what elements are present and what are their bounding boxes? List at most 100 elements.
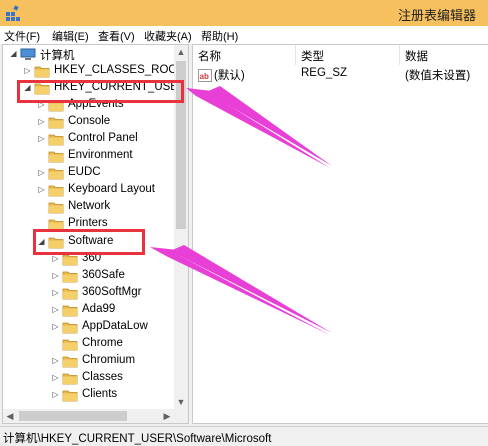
tree-item-clients[interactable]: ▷ Clients <box>3 387 173 404</box>
menu-bar: 文件(F) 编辑(E) 查看(V) 收藏夹(A) 帮助(H) <box>0 26 488 44</box>
expand-arrow-icon[interactable]: ▷ <box>37 185 46 195</box>
tree-item-ada99[interactable]: ▷ Ada99 <box>3 302 173 319</box>
expand-arrow-icon[interactable]: ▷ <box>51 356 60 366</box>
tree-item-keyboard-layout[interactable]: ▷ Keyboard Layout <box>3 182 173 199</box>
folder-icon <box>48 220 64 231</box>
status-path: 计算机\HKEY_CURRENT_USER\Software\Microsoft <box>3 433 272 445</box>
tree-item-label: HKEY_CLASSES_ROOT <box>54 64 185 76</box>
tree-item-computer[interactable]: ◢ 计算机 <box>3 46 173 63</box>
tree-item-360safe[interactable]: ▷ 360Safe <box>3 268 173 285</box>
folder-icon <box>48 237 64 248</box>
tree-item-360[interactable]: ▷ 360 <box>3 251 173 268</box>
tree-item-environment[interactable]: Environment <box>3 148 173 165</box>
tree-item-console[interactable]: ▷ Console <box>3 114 173 131</box>
tree-item-label: Control Panel <box>68 132 138 145</box>
regedit-app-icon[interactable] <box>4 4 22 22</box>
svg-text:ab: ab <box>200 72 209 81</box>
tree-item-label: Network <box>68 200 111 213</box>
expand-arrow-icon[interactable]: ▷ <box>51 322 60 332</box>
folder-icon <box>62 339 78 351</box>
expand-arrow-icon[interactable]: ▷ <box>51 390 60 400</box>
scroll-right-arrow-icon[interactable]: ▶ <box>160 409 174 423</box>
tree-item-360softmgr[interactable]: ▷ 360SoftMgr <box>3 285 173 302</box>
folder-icon <box>34 66 50 78</box>
collapse-arrow-icon[interactable]: ◢ <box>23 83 32 93</box>
tree-item-hkey-current-user[interactable]: ◢ HKEY_CURRENT_USER <box>3 80 186 97</box>
collapse-arrow-icon[interactable]: ◢ <box>9 49 18 59</box>
scroll-left-arrow-icon[interactable]: ◀ <box>3 409 17 423</box>
folder-icon <box>48 168 64 180</box>
tree-item-appdatalow[interactable]: ▷ AppDataLow <box>3 319 173 336</box>
value-name[interactable]: (默认) <box>214 67 245 85</box>
column-header-type[interactable]: 类型 <box>296 45 400 65</box>
column-header-data[interactable]: 数据 <box>400 45 488 65</box>
menu-help[interactable]: 帮助(H) <box>201 28 238 44</box>
folder-icon <box>62 373 78 385</box>
expand-arrow-icon[interactable]: ▷ <box>37 134 46 144</box>
scroll-down-arrow-icon[interactable]: ▼ <box>174 395 188 409</box>
registry-tree-pane[interactable]: ◢ 计算机 ▷ HKEY_CLASSES_ROOT ◢ HKEY_CURRENT_US… <box>2 44 189 424</box>
tree-item-chrome[interactable]: Chrome <box>3 336 173 353</box>
folder-icon <box>62 271 78 282</box>
tree-vertical-scrollbar[interactable]: ▲ ▼ <box>174 45 188 409</box>
collapse-arrow-icon[interactable]: ◢ <box>37 237 46 247</box>
tree-item-label: Printers <box>68 217 108 230</box>
expand-arrow-icon[interactable]: ▷ <box>23 66 32 76</box>
folder-icon <box>48 202 64 214</box>
window-title: 注册表编辑器 <box>397 8 476 23</box>
tree-item-label: Software <box>68 234 114 247</box>
expand-arrow-icon[interactable]: ▷ <box>51 271 60 281</box>
folder-icon <box>34 83 50 95</box>
tree-item-label: AppEvents <box>68 98 124 111</box>
folder-icon <box>48 185 64 197</box>
folder-icon <box>48 134 64 146</box>
expand-arrow-icon[interactable]: ▷ <box>37 168 46 178</box>
folder-icon <box>62 305 78 317</box>
tree-item-label: Console <box>68 115 111 128</box>
computer-icon <box>20 48 36 60</box>
tree-item-label: 360Safe <box>82 268 125 281</box>
value-type: REG_SZ <box>301 67 348 79</box>
menu-file[interactable]: 文件(F) <box>4 28 40 44</box>
folder-icon <box>62 288 78 300</box>
tree-item-label: Classes <box>82 370 123 383</box>
tree-item-network[interactable]: Network <box>3 199 173 216</box>
scrollbar-thumb[interactable] <box>176 61 186 229</box>
tree-item-chromium[interactable]: ▷ Chromium <box>3 353 173 370</box>
expand-arrow-icon[interactable]: ▷ <box>51 288 60 298</box>
tree-item-eudc[interactable]: ▷ EUDC <box>3 165 173 182</box>
registry-values-pane[interactable]: 名称 类型 数据 ab (默认) REG_SZ (数值未设置) <box>192 44 488 424</box>
title-bar: 注册表编辑器 <box>0 0 488 26</box>
folder-icon <box>48 151 64 163</box>
menu-edit[interactable]: 编辑(E) <box>52 28 89 44</box>
scrollbar-thumb[interactable] <box>19 411 127 421</box>
column-header-name[interactable]: 名称 <box>193 45 296 65</box>
tree-item-control-panel[interactable]: ▷ Control Panel <box>3 131 173 148</box>
folder-icon <box>62 254 78 265</box>
tree-item-hkey-classes-root[interactable]: ▷ HKEY_CLASSES_ROOT <box>3 63 184 80</box>
folder-icon <box>48 117 64 129</box>
folder-icon <box>62 356 78 368</box>
tree-item-printers[interactable]: Printers <box>3 216 173 233</box>
tree-item-classes[interactable]: ▷ Classes <box>3 370 173 387</box>
tree-item-label: Ada99 <box>82 302 116 315</box>
expand-arrow-icon[interactable]: ▷ <box>51 373 60 383</box>
expand-arrow-icon[interactable]: ▷ <box>37 117 46 127</box>
tree-item-label: 360SoftMgr <box>82 285 142 298</box>
folder-icon <box>62 322 78 334</box>
string-value-icon: ab <box>198 69 212 82</box>
tree-horizontal-scrollbar[interactable]: ◀ ▶ <box>3 409 188 423</box>
menu-favorites[interactable]: 收藏夹(A) <box>144 28 192 44</box>
tree-item-software[interactable]: ◢ Software <box>3 234 173 251</box>
expand-arrow-icon[interactable]: ▷ <box>51 254 60 264</box>
tree-item-label: Chromium <box>82 353 136 366</box>
tree-item-label: Clients <box>82 387 118 400</box>
scroll-up-arrow-icon[interactable]: ▲ <box>174 45 188 59</box>
folder-icon <box>62 390 78 402</box>
expand-arrow-icon[interactable]: ▷ <box>51 305 60 315</box>
value-data: (数值未设置) <box>405 70 471 82</box>
menu-view[interactable]: 查看(V) <box>98 28 135 44</box>
tree-item-appevents[interactable]: ▷ AppEvents <box>3 97 173 114</box>
tree-item-label: 360 <box>82 251 102 264</box>
expand-arrow-icon[interactable]: ▷ <box>37 100 46 110</box>
